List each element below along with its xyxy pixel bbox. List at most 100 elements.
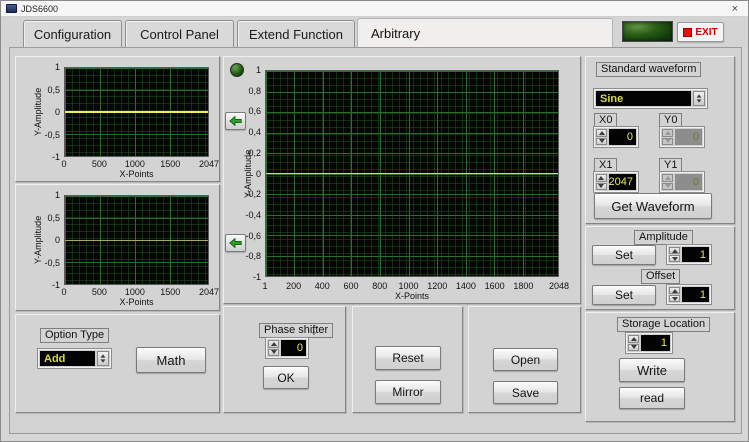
standard-waveform-label: Standard waveform bbox=[596, 62, 702, 77]
x0-spinner[interactable] bbox=[596, 129, 607, 145]
x0-input[interactable]: 0 bbox=[593, 126, 639, 148]
amplitude-input[interactable]: 1 bbox=[666, 244, 712, 265]
x-tick-label: 1 bbox=[262, 281, 268, 291]
amplitude-spinner[interactable] bbox=[669, 247, 680, 262]
spin-up-icon[interactable] bbox=[596, 174, 607, 182]
gridline-y bbox=[266, 91, 558, 93]
amplitude-set-button[interactable]: Set bbox=[592, 245, 656, 265]
gridline-x bbox=[558, 71, 559, 276]
save-button[interactable]: Save bbox=[493, 381, 558, 404]
series-waveform bbox=[65, 239, 208, 241]
spin-up-icon[interactable] bbox=[596, 129, 607, 137]
x-axis-label: X-Points bbox=[394, 291, 429, 301]
y1-input: 0 bbox=[659, 171, 705, 193]
math-button[interactable]: Math bbox=[136, 347, 206, 373]
y-tick-label: -0,2 bbox=[245, 189, 261, 200]
ok-button[interactable]: OK bbox=[263, 366, 309, 389]
y-tick-label: -0,6 bbox=[245, 230, 261, 241]
close-icon[interactable]: × bbox=[732, 2, 738, 16]
gridline-x bbox=[208, 196, 209, 284]
tab-arbitrary[interactable]: Arbitrary bbox=[357, 18, 613, 47]
spin-down-icon[interactable] bbox=[669, 295, 680, 302]
y-tick-label: 1 bbox=[54, 190, 60, 200]
spin-up-icon[interactable] bbox=[669, 287, 680, 294]
gridline-x bbox=[208, 68, 209, 156]
y-tick-label: 1 bbox=[255, 65, 261, 75]
offset-label: Offset bbox=[641, 269, 681, 284]
gridline-y bbox=[65, 284, 208, 285]
x1-value[interactable]: 2047 bbox=[608, 174, 636, 190]
spin-up-icon[interactable] bbox=[268, 340, 279, 348]
x-tick-label: 500 bbox=[91, 159, 107, 169]
gridline-y bbox=[266, 214, 558, 216]
x1-input[interactable]: 2047 bbox=[593, 171, 639, 193]
spin-down-icon[interactable] bbox=[596, 137, 607, 145]
gridline-y bbox=[266, 153, 558, 154]
y-tick-label: 0 bbox=[255, 168, 261, 179]
option-type-select[interactable]: Add bbox=[37, 348, 112, 369]
amplitude-value[interactable]: 1 bbox=[682, 247, 709, 262]
offset-value[interactable]: 1 bbox=[682, 287, 709, 302]
title-bar: JDS6600 × bbox=[1, 1, 748, 17]
spin-down-icon[interactable] bbox=[596, 182, 607, 190]
x-axis-ticks: 1 200 400 600 800 1000 1200 1400 1600 1800 2048 bbox=[262, 280, 569, 291]
x-tick-label: 1200 bbox=[427, 281, 448, 291]
spin-down-icon[interactable] bbox=[628, 343, 639, 351]
spin-up-icon[interactable] bbox=[669, 247, 680, 254]
option-type-label: Option Type bbox=[40, 328, 110, 343]
y-tick-label: -0,4 bbox=[245, 209, 261, 220]
option-type-panel: Option Type Add Math bbox=[15, 314, 220, 413]
spin-down-icon[interactable] bbox=[268, 348, 279, 356]
offset-set-button[interactable]: Set bbox=[592, 285, 656, 305]
offset-spinner[interactable] bbox=[669, 287, 680, 302]
y-tick-label: -0,8 bbox=[245, 251, 261, 262]
amplitude-offset-panel: Amplitude Set 1 Offset Set 1 bbox=[585, 226, 735, 310]
y-tick-label: 1 bbox=[54, 62, 60, 72]
standard-waveform-select[interactable]: Sine bbox=[593, 88, 708, 109]
connection-led-indicator bbox=[622, 21, 673, 42]
x-tick-label: 1000 bbox=[398, 281, 419, 291]
standard-waveform-value[interactable]: Sine bbox=[596, 91, 691, 106]
storage-location-value[interactable]: 1 bbox=[641, 335, 670, 351]
phase-shifter-value[interactable]: 0 bbox=[281, 340, 306, 356]
storage-location-input[interactable]: 1 bbox=[625, 332, 673, 354]
exit-button[interactable]: EXIT bbox=[677, 22, 724, 42]
amplitude-label: Amplitude bbox=[634, 230, 693, 245]
dropdown-button[interactable] bbox=[693, 91, 705, 106]
reset-button[interactable]: Reset bbox=[375, 346, 441, 370]
read-button[interactable]: read bbox=[619, 387, 685, 409]
dropdown-button[interactable] bbox=[97, 351, 109, 366]
x-tick-label: 1600 bbox=[484, 281, 505, 291]
tab-configuration[interactable]: Configuration bbox=[23, 20, 122, 47]
tab-extend-function[interactable]: Extend Function bbox=[237, 20, 355, 47]
x-tick-label: 500 bbox=[91, 287, 107, 297]
y-tick-label: 0 bbox=[54, 235, 60, 245]
plot-area bbox=[64, 195, 209, 285]
phase-shifter-input[interactable]: 0 bbox=[265, 337, 309, 359]
x-tick-label: 600 bbox=[343, 281, 359, 291]
x0-value[interactable]: 0 bbox=[609, 129, 636, 145]
app-icon bbox=[6, 4, 17, 13]
option-type-value[interactable]: Add bbox=[40, 351, 95, 366]
gridline-y bbox=[65, 218, 208, 219]
get-waveform-button[interactable]: Get Waveform bbox=[594, 193, 712, 219]
phase-spinner[interactable] bbox=[268, 340, 279, 356]
y-tick-label: 0,4 bbox=[248, 127, 261, 138]
y0-input: 0 bbox=[659, 126, 705, 148]
y-tick-label: -1 bbox=[252, 272, 261, 282]
spin-up-icon[interactable] bbox=[628, 335, 639, 343]
x1-spinner[interactable] bbox=[596, 174, 607, 190]
y-tick-label: 0,5 bbox=[47, 212, 60, 223]
tab-control-panel[interactable]: Control Panel bbox=[125, 20, 234, 47]
offset-input[interactable]: 1 bbox=[666, 284, 712, 305]
write-button[interactable]: Write bbox=[619, 358, 685, 382]
storage-spinner[interactable] bbox=[628, 335, 639, 351]
mirror-button[interactable]: Mirror bbox=[375, 380, 441, 404]
gridline-y bbox=[266, 194, 558, 195]
open-button[interactable]: Open bbox=[493, 348, 558, 371]
gridline-y bbox=[65, 196, 208, 197]
spin-down-icon[interactable] bbox=[669, 255, 680, 262]
x-tick-label: 2047 bbox=[198, 287, 220, 297]
gridline-y bbox=[266, 235, 558, 236]
standard-waveform-panel: Standard waveform Sine X0 Y0 0 0 X1 Y1 2… bbox=[585, 56, 735, 224]
